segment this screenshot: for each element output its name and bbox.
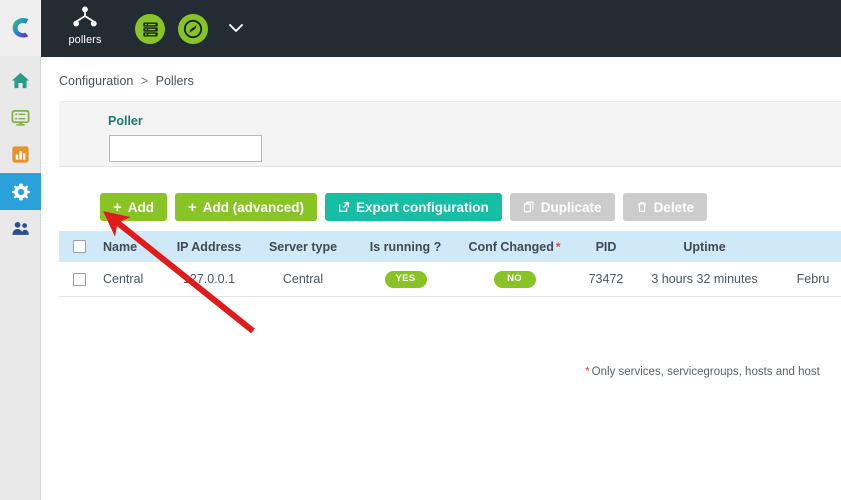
poller-search-label: Poller [108,114,143,128]
users-icon [11,219,31,238]
breadcrumb-root[interactable]: Configuration [59,74,133,88]
poller-hierarchy-icon [72,6,98,28]
poller-configuration-page: pollers [0,0,841,500]
required-footnote: *Only services, servicegroups, hosts and… [585,364,841,378]
poller-search-input[interactable] [109,135,262,162]
gauge-icon [182,18,204,40]
column-header-conf-changed-label: Conf Changed [468,240,553,254]
external-link-icon [338,201,350,213]
action-toolbar: + Add + Add (advanced) Export configurat… [100,193,707,221]
column-header-is-running[interactable]: Is running ? [353,240,458,254]
main-sidebar [0,0,41,500]
gear-icon [11,182,31,202]
poller-status-label: pollers [57,34,113,46]
select-all-checkbox-cell [59,240,99,253]
top-navigation-bar: pollers [41,0,841,57]
add-button-label: Add [128,200,154,215]
export-configuration-label: Export configuration [356,200,489,215]
copy-icon [523,201,535,213]
database-stack-status[interactable] [135,14,165,44]
add-button[interactable]: + Add [100,193,167,221]
centreon-logo[interactable] [0,0,41,56]
monitor-icon [11,108,30,127]
breadcrumb-separator: > [141,74,148,88]
column-header-name[interactable]: Name [99,240,165,254]
table-row[interactable]: Central 127.0.0.1 Central YES NO 73472 3… [59,262,841,297]
cell-is-running: YES [353,270,458,287]
pollers-table: Name IP Address Server type Is running ?… [59,231,841,297]
breadcrumb: Configuration > Pollers [59,74,194,88]
poller-status-group[interactable]: pollers [57,6,113,46]
main-content: Configuration > Pollers Poller + Add + A… [41,57,841,500]
export-configuration-button[interactable]: Export configuration [325,193,502,221]
cell-pid: 73472 [571,272,641,286]
table-header-row: Name IP Address Server type Is running ?… [59,231,841,262]
add-advanced-button[interactable]: + Add (advanced) [175,193,317,221]
footnote-text: Only services, servicegroups, hosts and … [592,366,820,378]
centreon-logo-icon [8,15,34,41]
gauge-status[interactable] [178,14,208,44]
sidebar-item-administration[interactable] [0,210,41,247]
row-checkbox-cell [59,273,99,286]
column-header-ip-address[interactable]: IP Address [165,240,253,254]
duplicate-button-label: Duplicate [541,200,602,215]
select-all-checkbox[interactable] [73,240,86,253]
sidebar-item-reporting[interactable] [0,136,41,173]
trash-icon [636,201,648,213]
column-header-server-type[interactable]: Server type [253,240,353,254]
add-advanced-button-label: Add (advanced) [203,200,304,215]
required-marker: * [556,240,561,254]
cell-server-type: Central [253,272,353,286]
database-stack-icon [141,20,160,39]
delete-button[interactable]: Delete [623,193,708,221]
bar-chart-icon [11,145,30,164]
chevron-down-icon [226,20,246,36]
column-header-uptime[interactable]: Uptime [641,240,768,254]
sidebar-item-home[interactable] [0,62,41,99]
topbar-menu-toggle[interactable] [226,20,246,36]
row-select-checkbox[interactable] [73,273,86,286]
cell-ip-address: 127.0.0.1 [165,272,253,286]
search-panel: Poller [59,101,841,167]
sidebar-item-monitoring[interactable] [0,99,41,136]
footnote-marker: * [585,364,590,378]
delete-button-label: Delete [654,200,695,215]
duplicate-button[interactable]: Duplicate [510,193,615,221]
cell-name[interactable]: Central [99,272,165,286]
plus-icon: + [188,200,197,215]
column-header-pid[interactable]: PID [571,240,641,254]
status-badge-running: YES [385,271,427,287]
breadcrumb-current[interactable]: Pollers [156,74,194,88]
status-badge-conf-changed: NO [494,271,536,287]
cell-conf-changed: NO [458,270,571,287]
column-header-conf-changed[interactable]: Conf Changed* [458,240,571,254]
home-icon [11,71,30,90]
plus-icon: + [113,200,122,215]
cell-uptime: 3 hours 32 minutes [641,272,768,286]
cell-last-restart: Febru [768,272,841,286]
sidebar-item-configuration[interactable] [0,173,41,210]
